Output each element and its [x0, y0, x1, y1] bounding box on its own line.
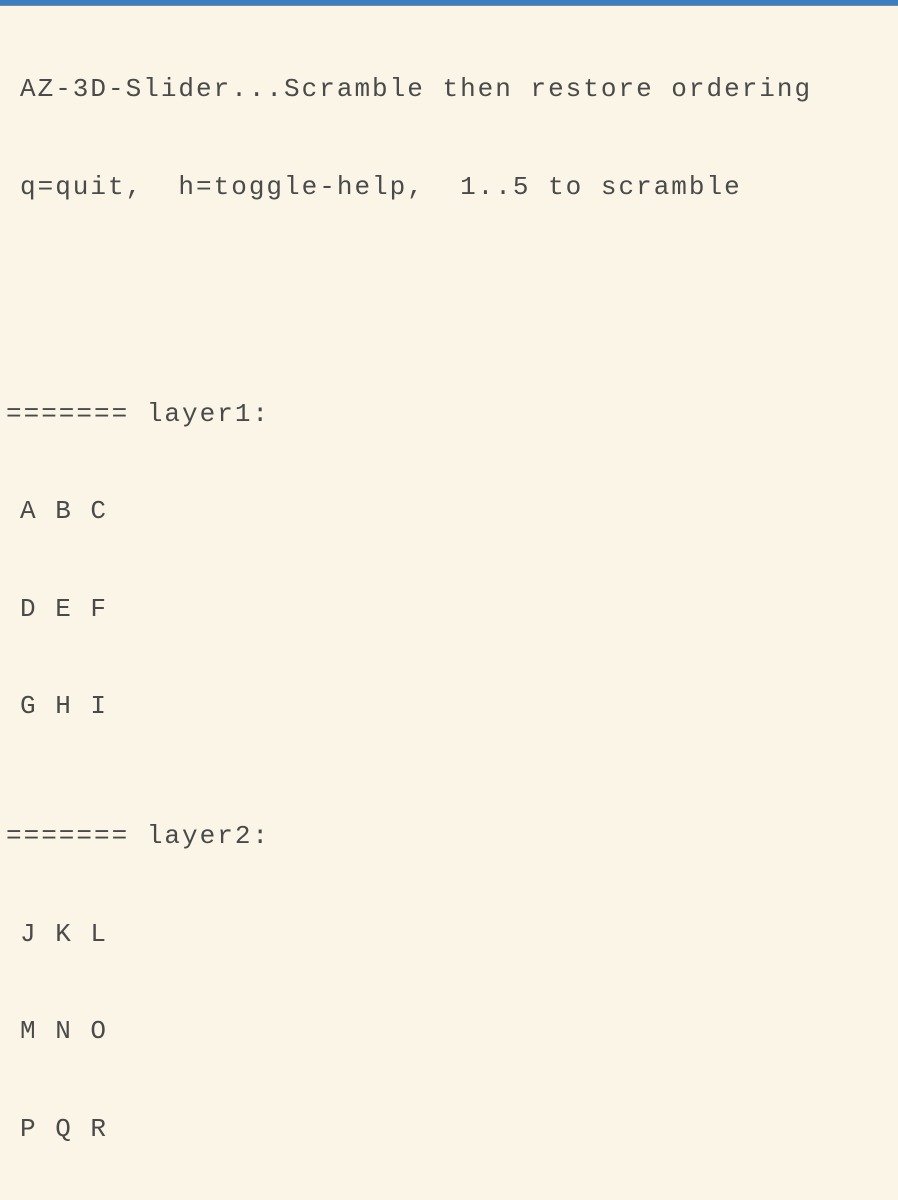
layer2-header: ======= layer2: — [6, 820, 892, 853]
terminal-output[interactable]: AZ-3D-Slider...Scramble then restore ord… — [0, 6, 898, 1200]
layer1-row: G H I — [6, 690, 892, 723]
layer2-row: M N O — [6, 1015, 892, 1048]
game-title: AZ-3D-Slider...Scramble then restore ord… — [6, 73, 892, 106]
layer1-header: ======= layer1: — [6, 398, 892, 431]
blank-line — [6, 268, 892, 300]
layer1-row: A B C — [6, 495, 892, 528]
layer2-row: P Q R — [6, 1113, 892, 1146]
help-text: q=quit, h=toggle-help, 1..5 to scramble — [6, 171, 892, 204]
layer2-row: J K L — [6, 918, 892, 951]
layer1-row: D E F — [6, 593, 892, 626]
